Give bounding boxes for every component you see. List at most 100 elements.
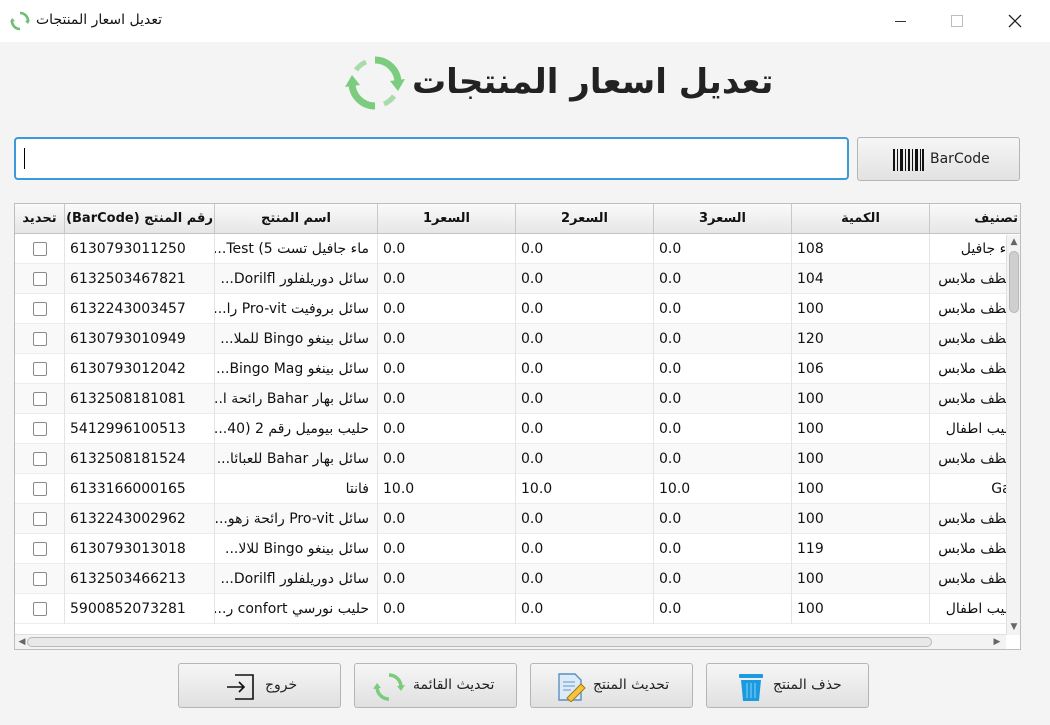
row-select-checkbox[interactable] [33,542,47,556]
header-price1[interactable]: السعر1 [378,204,516,234]
cell-price1[interactable]: 0.0 [378,264,516,294]
cell-price2[interactable]: 0.0 [516,534,654,564]
table-row[interactable]: 6133166000165 فانتا 10.0 10.0 10.0 100 Gas [15,474,1020,504]
cell-price3[interactable]: 10.0 [654,474,792,504]
scroll-left-icon[interactable]: ◀ [17,636,27,648]
cell-barcode[interactable]: 6133166000165 [65,474,215,504]
cell-quantity[interactable]: 100 [792,384,930,414]
header-quantity[interactable]: الكمية [792,204,930,234]
cell-product-name[interactable]: سائل بروفيت Pro-vit را... [215,294,378,324]
cell-product-name[interactable]: سائل بينغو Bingo للالا... [215,534,378,564]
cell-barcode[interactable]: 6132508181081 [65,384,215,414]
table-row[interactable]: 6132503467821 سائل دوريلفلور Dorilfl... 0.… [15,264,1020,294]
cell-quantity[interactable]: 100 [792,564,930,594]
cell-quantity[interactable]: 100 [792,474,930,504]
cell-barcode[interactable]: 6130793012042 [65,354,215,384]
cell-price3[interactable]: 0.0 [654,294,792,324]
row-select-checkbox[interactable] [33,392,47,406]
cell-product-name[interactable]: فانتا [215,474,378,504]
cell-price2[interactable]: 0.0 [516,414,654,444]
cell-price2[interactable]: 0.0 [516,564,654,594]
cell-price2[interactable]: 0.0 [516,354,654,384]
row-select-checkbox[interactable] [33,272,47,286]
cell-price1[interactable]: 0.0 [378,564,516,594]
cell-price2[interactable]: 0.0 [516,234,654,264]
cell-product-name[interactable]: ماء جافيل تست Test (5... [215,234,378,264]
maximize-button[interactable] [934,5,980,37]
minimize-button[interactable] [878,5,924,37]
header-update[interactable]: تحديد [15,204,65,234]
cell-barcode[interactable]: 6132243002962 [65,504,215,534]
table-row[interactable]: 6132503466213 سائل دوريلفلور Dorilfl... 0.… [15,564,1020,594]
cell-barcode[interactable]: 6132503466213 [65,564,215,594]
cell-product-name[interactable]: سائل Pro-vit رائحة زهو... [215,504,378,534]
table-row[interactable]: 6132508181524 سائل بهار Bahar للعبائا... 0… [15,444,1020,474]
horizontal-scrollbar[interactable]: ◀ ▶ [15,634,1006,649]
row-select-checkbox[interactable] [33,422,47,436]
cell-price3[interactable]: 0.0 [654,504,792,534]
cell-product-name[interactable]: سائل دوريلفلور Dorilfl... [215,564,378,594]
cell-price1[interactable]: 0.0 [378,384,516,414]
cell-barcode[interactable]: 6132508181524 [65,444,215,474]
header-barcode[interactable]: رقم المنتج (BarCode) [65,204,215,234]
table-row[interactable]: 5412996100513 حليب بيوميل رقم 2 (40... 0.0… [15,414,1020,444]
cell-price2[interactable]: 0.0 [516,294,654,324]
cell-quantity[interactable]: 108 [792,234,930,264]
delete-product-button[interactable]: حذف المنتج [706,663,869,708]
row-select-checkbox[interactable] [33,302,47,316]
cell-price3[interactable]: 0.0 [654,534,792,564]
refresh-list-button[interactable]: تحديث القائمة [354,663,517,708]
table-row[interactable]: 6130793013018 سائل بينغو Bingo للالا... 0.… [15,534,1020,564]
cell-price1[interactable]: 0.0 [378,594,516,624]
cell-price2[interactable]: 0.0 [516,324,654,354]
cell-barcode[interactable]: 6130793013018 [65,534,215,564]
cell-quantity[interactable]: 100 [792,414,930,444]
barcode-search-input[interactable] [14,137,849,180]
row-select-checkbox[interactable] [33,452,47,466]
cell-product-name[interactable]: سائل بينغو Bingo للملا... [215,324,378,354]
row-select-checkbox[interactable] [33,602,47,616]
horizontal-scroll-thumb[interactable] [27,637,932,647]
table-row[interactable]: 6132508181081 سائل بهار Bahar رائحة ا... 0… [15,384,1020,414]
table-row[interactable]: 6130793012042 سائل بينغو Bingo Mag... 0.0 0… [15,354,1020,384]
table-row[interactable]: 5900852073281 حليب نورسي confort ر... 0.0 0… [15,594,1020,624]
cell-quantity[interactable]: 106 [792,354,930,384]
cell-barcode[interactable]: 5900852073281 [65,594,215,624]
cell-price1[interactable]: 0.0 [378,324,516,354]
cell-product-name[interactable]: سائل بينغو Bingo Mag... [215,354,378,384]
cell-price1[interactable]: 0.0 [378,504,516,534]
update-product-button[interactable]: تحديث المنتج [530,663,693,708]
cell-price3[interactable]: 0.0 [654,384,792,414]
cell-product-name[interactable]: سائل بهار Bahar رائحة ا... [215,384,378,414]
table-row[interactable]: 6130793010949 سائل بينغو Bingo للملا... 0.… [15,324,1020,354]
table-row[interactable]: 6132243003457 سائل بروفيت Pro-vit را... 0.… [15,294,1020,324]
cell-price3[interactable]: 0.0 [654,264,792,294]
cell-barcode[interactable]: 6132503467821 [65,264,215,294]
cell-barcode[interactable]: 6130793011250 [65,234,215,264]
table-row[interactable]: 6132243002962 سائل Pro-vit رائحة زهو... 0.… [15,504,1020,534]
cell-price3[interactable]: 0.0 [654,234,792,264]
cell-product-name[interactable]: سائل دوريلفلور Dorilfl... [215,264,378,294]
cell-price1[interactable]: 0.0 [378,354,516,384]
row-select-checkbox[interactable] [33,482,47,496]
row-select-checkbox[interactable] [33,512,47,526]
cell-barcode[interactable]: 6132243003457 [65,294,215,324]
close-button[interactable] [992,5,1038,37]
scroll-up-icon[interactable]: ▲ [1010,238,1018,247]
header-price2[interactable]: السعر2 [516,204,654,234]
cell-product-name[interactable]: حليب بيوميل رقم 2 (40... [215,414,378,444]
cell-price3[interactable]: 0.0 [654,444,792,474]
cell-quantity[interactable]: 120 [792,324,930,354]
cell-price1[interactable]: 0.0 [378,234,516,264]
cell-product-name[interactable]: حليب نورسي confort ر... [215,594,378,624]
row-select-checkbox[interactable] [33,572,47,586]
cell-price2[interactable]: 0.0 [516,384,654,414]
vertical-scroll-thumb[interactable] [1009,251,1019,313]
row-select-checkbox[interactable] [33,332,47,346]
exit-button[interactable]: خروج [178,663,341,708]
cell-quantity[interactable]: 100 [792,294,930,324]
barcode-button[interactable]: BarCode [857,137,1020,181]
cell-barcode[interactable]: 5412996100513 [65,414,215,444]
cell-quantity[interactable]: 100 [792,504,930,534]
cell-quantity[interactable]: 100 [792,444,930,474]
